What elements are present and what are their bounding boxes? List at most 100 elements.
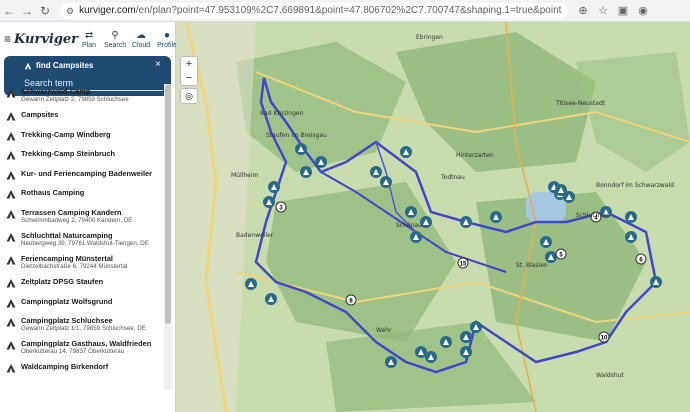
map-place-label: Todtnau (441, 174, 465, 181)
result-item[interactable]: Campingplatz Gasthaus, Waldfrieden Oberku… (0, 336, 164, 359)
tent-icon (6, 170, 16, 180)
result-name: Trekking-Camp Steinbruch (21, 149, 116, 159)
scrollbar[interactable] (164, 84, 172, 390)
logo[interactable]: Kurviger (14, 32, 78, 47)
tent-icon (6, 278, 16, 288)
url-path: /en/plan?point=47.953109%2C7.669891&poin… (135, 5, 562, 16)
tent-icon (6, 318, 16, 327)
address-bar[interactable]: ⚙ kurviger.com/en/plan?point=47.953109%2… (60, 2, 568, 19)
result-address: Gewann Zeitplatz 1/1, 79859 Schluchsee, … (21, 325, 146, 333)
result-name: Kur- und Feriencamping Badenweiler (21, 168, 152, 178)
zoom-in-button[interactable]: + (186, 57, 192, 71)
result-name: Rothaus Camping (21, 188, 85, 198)
tent-icon (24, 62, 32, 69)
result-name: Zeltplatz DPSG Staufen (21, 276, 104, 286)
tent-icon (6, 341, 16, 350)
result-item[interactable]: Feriencamping Münstertal Dietzelbachstraß… (0, 251, 164, 274)
zoom-control: + − (180, 56, 198, 86)
tent-icon (6, 112, 16, 121)
plan-label: Plan (82, 41, 97, 49)
cloud-icon: ☁ (136, 29, 147, 41)
tent-icon (6, 151, 16, 160)
map-place-label: Ebringen (416, 34, 443, 41)
close-icon[interactable]: × (155, 59, 161, 70)
result-name: Trekking-Camp Windberg (21, 129, 111, 139)
map-canvas[interactable]: 345681015 (176, 22, 690, 412)
map-place-label: Waldshut (596, 372, 624, 379)
result-name: Terrassen Camping Kandern (21, 207, 122, 217)
result-item[interactable]: Trekking-Camp Windberg (0, 127, 164, 147)
profile-button[interactable]: ● Profile (156, 30, 178, 49)
map-place-label: Schluchsee (576, 212, 610, 219)
bookmark-star-icon[interactable]: ☆ (596, 4, 610, 17)
map[interactable]: 3 4 5 6 8 10 15 Ebringen Bad Krozingen Staufen i… (176, 22, 690, 412)
browser-toolbar: ← → ↻ ⚙ kurviger.com/en/plan?point=47.95… (0, 0, 690, 22)
profile-label: Profile (157, 41, 177, 49)
map-place-label: St. Blasien (516, 262, 548, 269)
search-button[interactable]: ⚲ Search (104, 30, 126, 49)
result-name: Campingplatz Schluchsee (21, 316, 113, 326)
map-place-label: Bonndorf im Schwarzwald (596, 182, 674, 189)
results-list: Schwarzwald-Camp Gewann Zeitplatz 2, 7985… (0, 84, 164, 390)
map-place-label: Bad Krozingen (260, 110, 304, 117)
result-name: Campsites (21, 110, 59, 119)
menu-icon[interactable]: ≡ (4, 32, 11, 46)
tent-icon (6, 89, 16, 98)
result-item[interactable]: Kur- und Feriencamping Badenweiler (0, 166, 164, 186)
extensions-icon[interactable]: ▣ (616, 4, 630, 17)
result-address: Neubergweg 39, 79761 Waldshut-Tiengen, D… (21, 239, 149, 247)
result-item[interactable]: Trekking-Camp Steinbruch (0, 146, 164, 166)
result-address: Schwimmbadweg 2, 79400 Kandern, DE (21, 216, 133, 224)
result-item[interactable]: Schluchttal Naturcamping Neubergweg 39, 7… (0, 228, 164, 251)
tent-icon (6, 232, 16, 242)
tent-icon (6, 190, 16, 199)
map-place-label: Badenweiler (236, 232, 274, 239)
result-name: Campingplatz Gasthaus, Waldfrieden (21, 339, 152, 349)
result-address: Oberkutterau 14, 79837 Oberkutterau (21, 348, 125, 356)
url-host: kurviger.com (79, 5, 136, 16)
result-address: Gewann Zeitplatz 2, 79859 Schluchsee (21, 96, 129, 103)
map-place-label: Staufen im Breisgau (266, 132, 327, 139)
tent-icon (6, 131, 16, 141)
result-item[interactable]: Campingplatz Schluchsee Gewann Zeitplatz … (0, 313, 164, 336)
back-icon[interactable]: ← (0, 2, 18, 20)
result-name: Waldcamping Birkendorf (21, 362, 109, 372)
search-title-text: find Campsites (36, 61, 94, 70)
waypoint-number: 10 (601, 336, 608, 342)
result-name: Campingplatz Wolfsgrund (21, 296, 113, 306)
tent-icon (6, 364, 16, 373)
result-item[interactable]: Waldcamping Birkendorf (0, 359, 164, 379)
scroll-thumb[interactable] (165, 84, 171, 324)
tent-icon (6, 255, 16, 265)
zoom-icon[interactable]: ⊕ (576, 4, 590, 17)
app-header: ≡ Kurviger ⇄ Plan ⚲ Search ☁ Cloud ● Pro… (0, 22, 178, 56)
forward-icon[interactable]: → (18, 2, 36, 20)
map-place-label: Schönau (396, 222, 422, 229)
result-item[interactable]: Zeltplatz DPSG Staufen (0, 274, 164, 294)
result-address: Dietzelbachstraße 6, 79244 Münstertal (21, 262, 128, 270)
cloud-button[interactable]: ☁ Cloud (130, 30, 152, 49)
map-place-label: Müllheim (231, 172, 259, 179)
result-item[interactable]: Terrassen Camping Kandern Schwimmbadweg 2… (0, 205, 164, 228)
result-name: Schwarzwald-Camp (21, 87, 91, 96)
result-item[interactable]: Rothaus Camping (0, 185, 164, 205)
profile-avatar-icon[interactable]: ◉ (636, 4, 650, 17)
reload-icon[interactable]: ↻ (36, 2, 54, 20)
profile-icon: ● (164, 29, 171, 41)
result-item[interactable]: Schwarzwald-Camp Gewann Zeitplatz 2, 7985… (0, 84, 164, 107)
zoom-out-button[interactable]: − (186, 71, 192, 85)
plan-button[interactable]: ⇄ Plan (78, 30, 100, 49)
site-info-icon[interactable]: ⚙ (66, 6, 74, 16)
search-label: Search (103, 41, 127, 49)
map-place-label: Titisee-Neustadt (556, 100, 606, 107)
map-place-label: Hinterzarten (456, 152, 494, 159)
result-name: Feriencamping Münstertal (21, 253, 113, 263)
waypoint-number: 15 (460, 262, 467, 268)
result-item[interactable]: Campingplatz Wolfsgrund (0, 294, 164, 314)
back-arrow-icon[interactable]: ← (2, 70, 13, 82)
plan-icon: ⇄ (84, 29, 94, 41)
locate-icon[interactable]: ◎ (180, 88, 198, 104)
cloud-label: Cloud (131, 41, 151, 49)
tent-icon (6, 209, 16, 219)
result-item[interactable]: Campsites (0, 107, 164, 127)
